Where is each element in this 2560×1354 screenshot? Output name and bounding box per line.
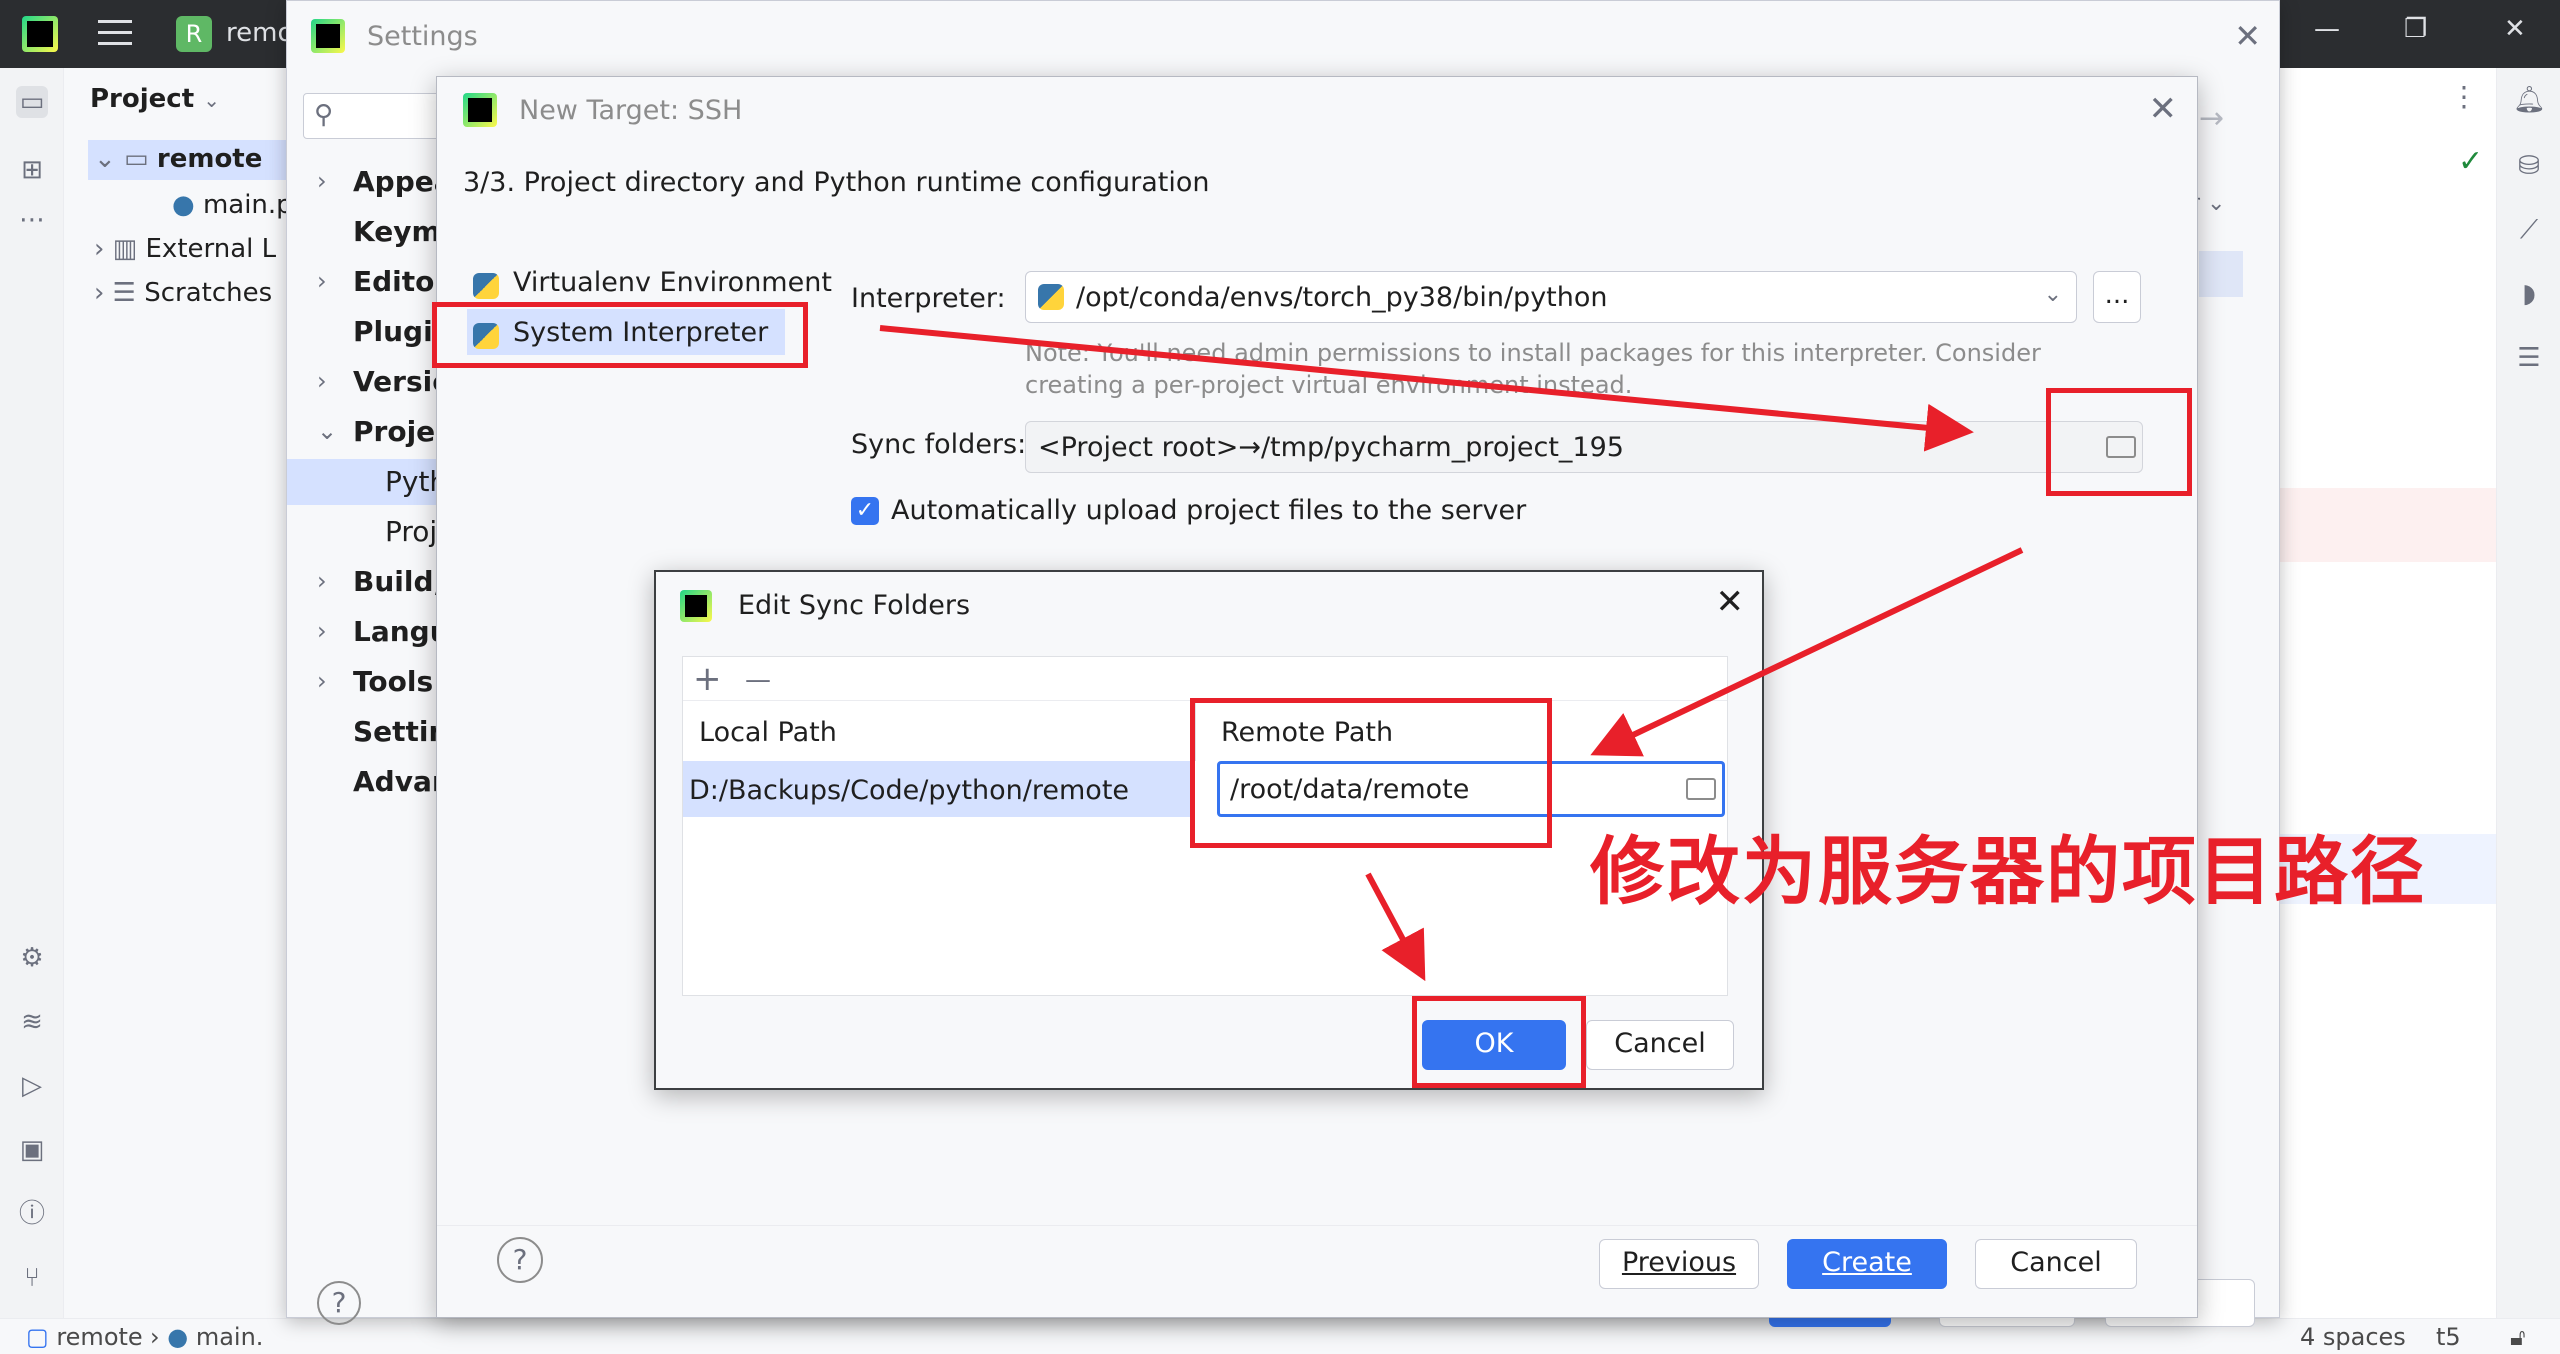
sync-folders-label: Sync folders:: [851, 429, 1027, 460]
project-panel-title[interactable]: Project ⌄: [90, 84, 220, 114]
help-icon[interactable]: ?: [497, 1237, 543, 1283]
annotation-box-system-interpreter: [432, 302, 808, 368]
chevron-right-icon: ›: [317, 617, 327, 645]
terminal-icon[interactable]: ▣: [16, 1134, 48, 1166]
status-breadcrumb-root[interactable]: ▢ remote: [26, 1323, 143, 1351]
folder-icon[interactable]: [1686, 778, 1716, 800]
status-encoding[interactable]: t5: [2436, 1323, 2461, 1351]
editor-highlight-band: [2280, 488, 2496, 562]
interpreter-label: Interpreter:: [851, 283, 1006, 314]
main-menu-icon[interactable]: [98, 20, 132, 48]
env-virtualenv[interactable]: Virtualenv Environment: [467, 259, 832, 305]
edit-sync-title: Edit Sync Folders: [738, 590, 971, 621]
notifications-icon[interactable]: 🔔︎: [2513, 84, 2546, 116]
interpreter-select[interactable]: /opt/conda/envs/torch_py38/bin/python ⌄: [1025, 271, 2077, 323]
auto-upload-label: Automatically upload project files to th…: [891, 495, 1527, 526]
problems-icon[interactable]: ⓘ: [16, 1198, 48, 1230]
footer-divider: [437, 1225, 2197, 1226]
settings-side-selection: [2199, 251, 2243, 297]
project-badge[interactable]: R: [176, 16, 212, 52]
settings-nav-tools[interactable]: Tools: [353, 665, 433, 698]
pycharm-logo-icon: [463, 93, 497, 127]
layers-icon[interactable]: ≋: [16, 1006, 48, 1038]
local-path-cell[interactable]: D:/Backups/Code/python/remote: [689, 775, 1129, 806]
settings-help-icon[interactable]: ?: [317, 1281, 361, 1325]
minimize-icon[interactable]: —: [2314, 14, 2340, 44]
structure-tool-icon[interactable]: ⊞: [16, 154, 48, 186]
python-packages-icon[interactable]: ⚙: [16, 942, 48, 974]
edit-sync-close-icon[interactable]: ✕: [1716, 582, 1745, 622]
chevron-right-icon: ›: [317, 367, 327, 395]
auto-upload-checkbox[interactable]: ✓: [851, 497, 879, 525]
local-path-header[interactable]: Local Path: [699, 717, 837, 748]
annotation-box-remote-path: [1190, 698, 1552, 848]
project-panel: Project ⌄ ⌄ ▭ remote ● main.p › ▥ Extern…: [64, 68, 348, 1318]
git-icon[interactable]: ⑂: [16, 1262, 48, 1294]
project-name[interactable]: remo: [226, 18, 293, 48]
status-breadcrumb-file[interactable]: › ● main.: [150, 1323, 263, 1351]
close-window-icon[interactable]: ✕: [2504, 14, 2526, 44]
chevron-down-icon: ⌄: [2043, 282, 2062, 307]
table-toolbar: + —: [683, 657, 1727, 701]
ssh-dialog-close-icon[interactable]: ✕: [2149, 89, 2178, 129]
settings-title: Settings: [367, 21, 478, 52]
create-button[interactable]: Create: [1787, 1239, 1947, 1289]
chevron-right-icon: ›: [317, 267, 327, 295]
more-options-icon[interactable]: ⋮: [2450, 80, 2478, 113]
edit-sync-cancel-button[interactable]: Cancel: [1586, 1020, 1734, 1070]
tree-item-scratches[interactable]: › ☰ Scratches: [94, 278, 272, 308]
virtualenv-icon: [473, 269, 513, 300]
step-heading: 3/3. Project directory and Python runtim…: [463, 167, 1210, 198]
chevron-down-icon: ⌄: [317, 417, 338, 445]
editor-area: ✓ ⋮: [2280, 68, 2496, 1318]
remove-icon[interactable]: —: [745, 665, 771, 695]
project-tool-icon[interactable]: ▭: [16, 86, 48, 118]
annotation-box-ok: [1412, 996, 1586, 1088]
search-icon: ⚲: [314, 100, 334, 130]
settings-nav-project-structure[interactable]: Proj: [385, 515, 437, 548]
database-icon[interactable]: ⛁: [2513, 150, 2545, 182]
tree-item-remote[interactable]: ⌄ ▭ remote: [94, 144, 262, 174]
annotation-box-sync-folder: [2046, 388, 2192, 496]
forward-arrow-icon[interactable]: →: [2199, 101, 2224, 136]
tree-item-main[interactable]: ● main.p: [172, 190, 293, 220]
services-icon[interactable]: ▷: [16, 1070, 48, 1102]
pycharm-logo-icon: [311, 19, 345, 53]
remote-hosts-icon[interactable]: ☰: [2513, 342, 2545, 374]
pycharm-logo-icon: [680, 590, 712, 622]
browse-interpreter-button[interactable]: ...: [2093, 271, 2141, 323]
ssh-cancel-button[interactable]: Cancel: [1975, 1239, 2137, 1289]
tree-item-external-libraries[interactable]: › ▥ External L: [94, 234, 276, 264]
chevron-right-icon: ›: [317, 567, 327, 595]
status-indent[interactable]: 4 spaces: [2300, 1323, 2406, 1351]
check-icon: ✓: [2458, 144, 2484, 179]
more-tools-icon[interactable]: ⋯: [16, 204, 48, 236]
scientific-view-icon[interactable]: ⟋: [2513, 214, 2545, 246]
restore-icon[interactable]: ❐: [2404, 14, 2427, 44]
add-icon[interactable]: +: [693, 659, 722, 699]
left-tool-strip: ▭ ⊞ ⋯ ⚙ ≋ ▷ ▣ ⓘ ⑂: [0, 68, 64, 1318]
ssh-dialog-title: New Target: SSH: [519, 95, 743, 126]
lock-icon[interactable]: 🔓︎: [2510, 1323, 2526, 1351]
settings-close-icon[interactable]: ✕: [2234, 17, 2261, 55]
ai-assistant-icon[interactable]: ◗: [2513, 278, 2545, 310]
chevron-right-icon: ›: [317, 667, 327, 695]
annotation-text: 修改为服务器的项目路径: [1590, 829, 2426, 915]
right-tool-strip: 🔔︎ ⛁ ⟋ ◗ ☰: [2496, 68, 2560, 1318]
previous-button[interactable]: Previous: [1599, 1239, 1759, 1289]
chevron-right-icon: ›: [317, 167, 327, 195]
sync-folders-field: <Project root>→/tmp/pycharm_project_195: [1025, 421, 2143, 473]
pycharm-logo-icon: [22, 16, 58, 52]
admin-note: Note: You'll need admin permissions to i…: [1025, 339, 2041, 399]
settings-nav-editor[interactable]: Editor: [353, 265, 448, 298]
python-icon: [1038, 284, 1064, 310]
